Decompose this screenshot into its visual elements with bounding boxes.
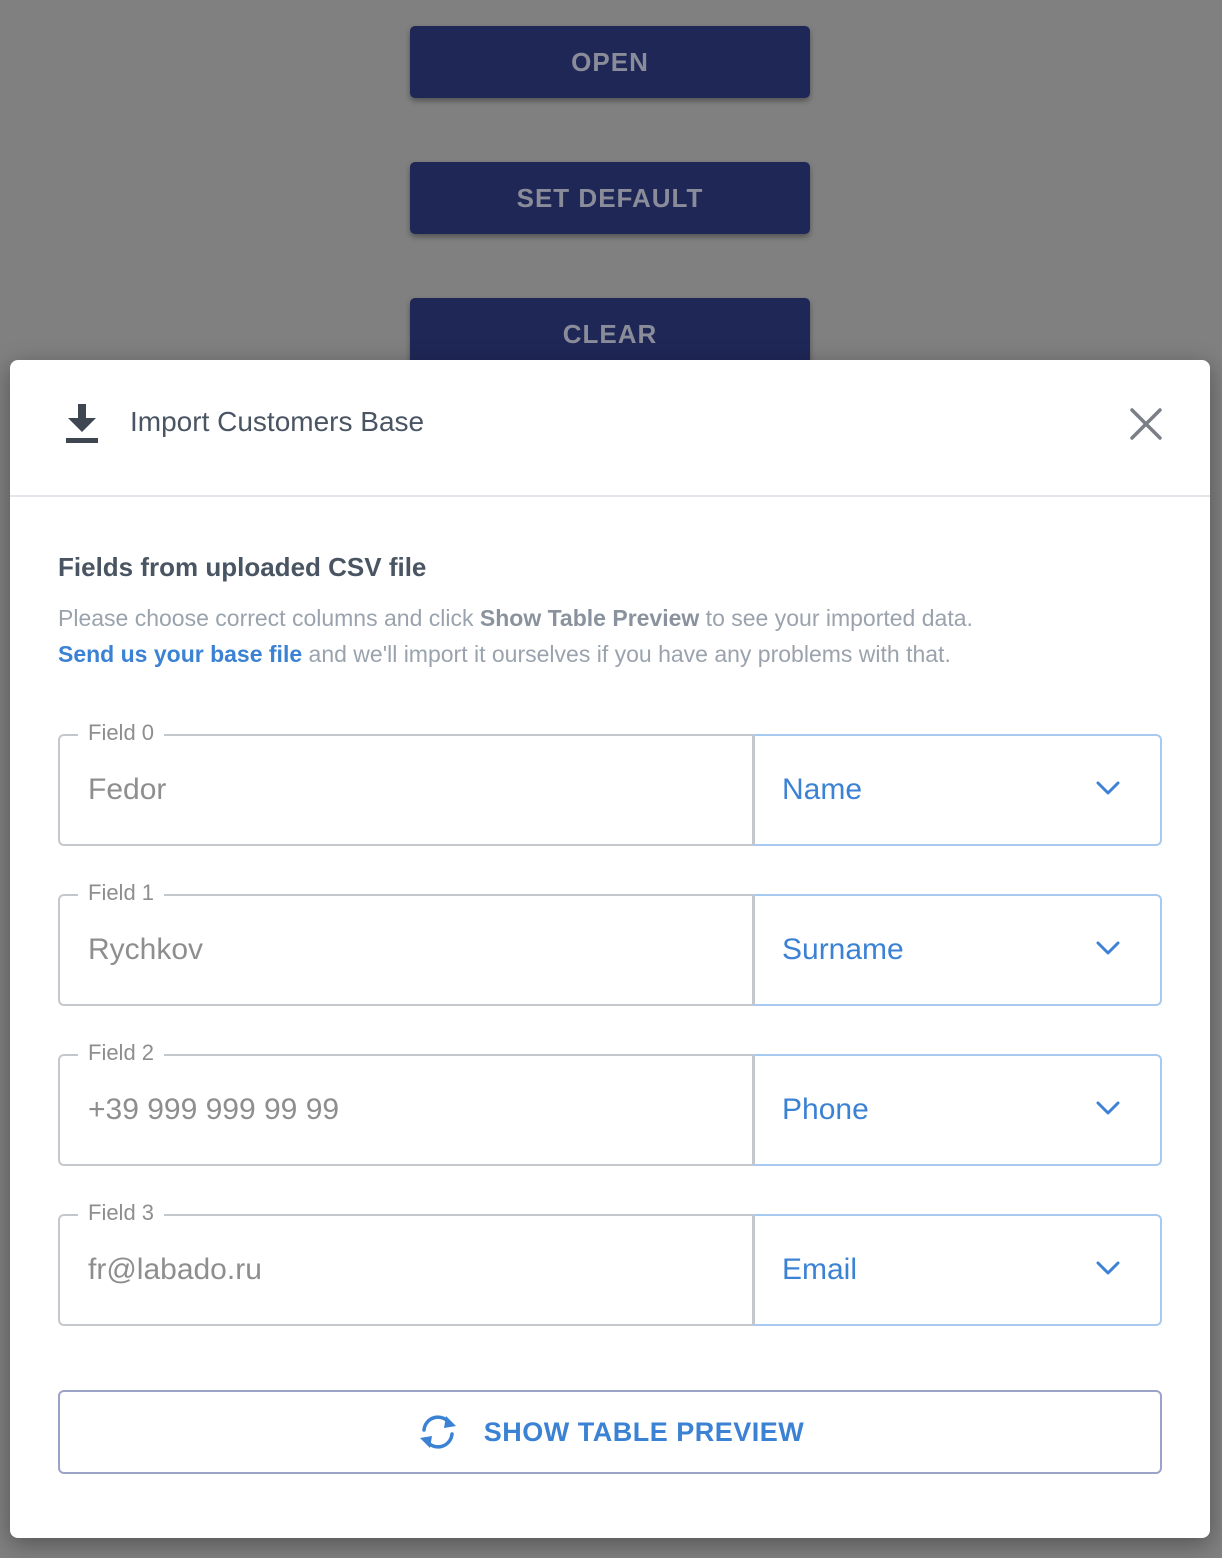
field-value-input[interactable]: Field 0 Fedor	[58, 720, 754, 846]
description: Please choose correct columns and click …	[58, 600, 1158, 672]
preview-button-label: SHOW TABLE PREVIEW	[483, 1416, 805, 1447]
refresh-icon	[419, 1415, 456, 1449]
description-text: and we'll import it ourselves if you hav…	[302, 641, 951, 667]
description-bold: Show Table Preview	[479, 605, 700, 631]
select-value: Email	[782, 1253, 858, 1286]
close-icon[interactable]	[1128, 406, 1164, 442]
select-value: Phone	[782, 1093, 869, 1126]
field-label: Field 3	[78, 1200, 165, 1226]
chevron-down-icon	[1096, 941, 1120, 955]
field-label: Field 2	[78, 1040, 165, 1066]
field-value: Fedor	[88, 773, 167, 806]
select-value: Surname	[782, 933, 904, 966]
modal-header: Import Customers Base	[10, 360, 1210, 497]
column-mapping-select[interactable]: Name	[754, 734, 1162, 846]
import-modal: Import Customers Base Fields from upload…	[10, 360, 1210, 1538]
chevron-down-icon	[1096, 1261, 1120, 1275]
field-row: Field 0 Fedor Name	[58, 720, 1162, 846]
column-mapping-select[interactable]: Surname	[754, 894, 1162, 1006]
field-row: Field 2 +39 999 999 99 99 Phone	[58, 1040, 1162, 1166]
description-text: Please choose correct columns and click	[58, 605, 480, 631]
select-value: Name	[782, 773, 863, 806]
field-value: Rychkov	[88, 933, 204, 966]
field-row: Field 3 fr@labado.ru Email	[58, 1200, 1162, 1326]
field-value: +39 999 999 99 99	[88, 1093, 340, 1126]
field-value-input[interactable]: Field 3 fr@labado.ru	[58, 1200, 754, 1326]
chevron-down-icon	[1096, 1101, 1120, 1115]
chevron-down-icon	[1096, 781, 1120, 795]
field-value-input[interactable]: Field 1 Rychkov	[58, 880, 754, 1006]
description-text: to see your imported data.	[699, 605, 973, 631]
show-table-preview-button[interactable]: SHOW TABLE PREVIEW	[58, 1390, 1162, 1474]
column-mapping-select[interactable]: Email	[754, 1214, 1162, 1326]
modal-title: Import Customers Base	[130, 406, 425, 437]
field-value: fr@labado.ru	[88, 1253, 262, 1286]
set-default-button: SET DEFAULT	[410, 162, 810, 234]
field-row: Field 1 Rychkov Surname	[58, 880, 1162, 1006]
open-button: OPEN	[410, 26, 810, 98]
field-value-input[interactable]: Field 2 +39 999 999 99 99	[58, 1040, 754, 1166]
field-label: Field 1	[78, 880, 165, 906]
section-title: Fields from uploaded CSV file	[58, 552, 427, 582]
column-mapping-select[interactable]: Phone	[754, 1054, 1162, 1166]
download-icon	[66, 404, 98, 443]
send-base-file-link[interactable]: Send us your base file	[58, 641, 302, 667]
field-label: Field 0	[78, 720, 165, 746]
